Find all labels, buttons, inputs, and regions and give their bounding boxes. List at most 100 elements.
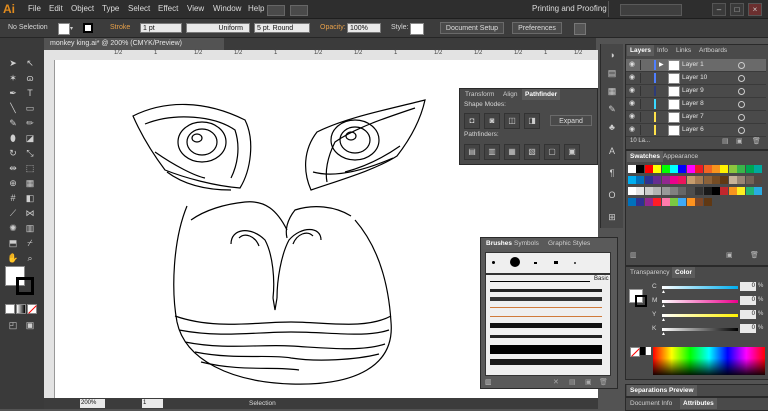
- swatch-chip[interactable]: [678, 165, 687, 173]
- eyedropper-tool-icon[interactable]: ⟋: [5, 206, 21, 220]
- minus-back-icon[interactable]: ▣: [564, 144, 580, 160]
- swatch-chip[interactable]: [644, 176, 653, 184]
- tab-color[interactable]: Color: [672, 267, 695, 278]
- white-swatch[interactable]: [646, 347, 651, 355]
- brush-dot-flat[interactable]: [534, 262, 537, 264]
- swatch-chip[interactable]: [745, 187, 754, 195]
- swatch-chip[interactable]: [737, 187, 746, 195]
- menu-help[interactable]: Help: [248, 0, 264, 18]
- brush-options-icon[interactable]: ▤: [569, 378, 576, 386]
- swatch-chip[interactable]: [712, 187, 720, 195]
- chevron-right-icon[interactable]: ▶: [659, 59, 664, 71]
- tab-layers[interactable]: Layers: [627, 45, 654, 56]
- stroke-swatch[interactable]: [83, 23, 93, 33]
- pen-tool-icon[interactable]: ✒: [5, 86, 21, 100]
- menu-object[interactable]: Object: [71, 0, 94, 18]
- bridge-button[interactable]: [267, 5, 285, 16]
- tab-links[interactable]: Links: [673, 45, 694, 56]
- search-field[interactable]: [620, 4, 682, 16]
- chevron-down-icon[interactable]: ▾: [70, 25, 74, 32]
- swatch-chip[interactable]: [695, 187, 704, 195]
- menu-type[interactable]: Type: [102, 0, 119, 18]
- symbol-sprayer-tool-icon[interactable]: ✺: [5, 221, 21, 235]
- perspective-grid-tool-icon[interactable]: ▦: [22, 176, 38, 190]
- variable-width-profile[interactable]: Uniform: [186, 23, 250, 33]
- tab-separations-preview[interactable]: Separations Preview: [627, 385, 697, 396]
- menu-file[interactable]: File: [28, 0, 41, 18]
- trim-icon[interactable]: ▥: [484, 144, 500, 160]
- gradient-mode-button[interactable]: [16, 304, 26, 314]
- black-swatch[interactable]: [640, 347, 645, 355]
- stroke-label[interactable]: Stroke: [110, 19, 130, 37]
- channel-value-field[interactable]: 0: [740, 296, 756, 305]
- swatch-chip[interactable]: [728, 187, 737, 195]
- slider-thumb-icon[interactable]: ▲: [661, 331, 666, 337]
- swatch-chip[interactable]: [636, 165, 645, 173]
- layer-row[interactable]: ◉ Layer 6: [626, 124, 766, 137]
- swatch-chip[interactable]: [636, 198, 645, 206]
- artboard-tool-icon[interactable]: ⬒: [5, 236, 21, 250]
- layer-name[interactable]: Layer 7: [682, 111, 704, 123]
- swatch-chip[interactable]: [661, 198, 670, 206]
- swatch-chip[interactable]: [670, 198, 678, 206]
- menu-select[interactable]: Select: [128, 0, 150, 18]
- swatch-chip[interactable]: [745, 176, 754, 184]
- tab-symbols[interactable]: Symbols: [511, 238, 542, 249]
- swatch-chip[interactable]: [644, 187, 653, 195]
- rectangle-tool-icon[interactable]: ▭: [22, 101, 38, 115]
- layer-row[interactable]: ◉ Layer 9: [626, 85, 766, 98]
- menu-window[interactable]: Window: [213, 0, 241, 18]
- swatch-chip[interactable]: [636, 187, 645, 195]
- transform-panel-icon[interactable]: ⊞: [604, 210, 620, 224]
- new-sublayer-icon[interactable]: ▤: [722, 137, 729, 145]
- new-swatch-icon[interactable]: ▣: [726, 251, 733, 259]
- swatch-chip[interactable]: [695, 165, 704, 173]
- swatch-chip[interactable]: [720, 176, 729, 184]
- artboard-number-field[interactable]: 1: [142, 399, 163, 408]
- swatch-chip[interactable]: [686, 187, 695, 195]
- new-layer-icon[interactable]: ▣: [736, 137, 743, 145]
- swatch-chip[interactable]: [670, 187, 678, 195]
- basic-brush-stroke[interactable]: [490, 281, 590, 282]
- swatch-chip[interactable]: [628, 176, 636, 184]
- swatch-chip[interactable]: [703, 165, 712, 173]
- layer-name[interactable]: Layer 9: [682, 85, 704, 97]
- channel-value-field[interactable]: 0: [740, 282, 756, 291]
- outline-icon[interactable]: ▢: [544, 144, 560, 160]
- none-swatch[interactable]: [630, 347, 640, 357]
- mesh-tool-icon[interactable]: #: [5, 191, 21, 205]
- graphic-style-swatch[interactable]: [410, 23, 424, 35]
- document-setup-button[interactable]: Document Setup: [440, 22, 504, 34]
- swatch-chip[interactable]: [644, 165, 653, 173]
- fire-ash-brush-stroke[interactable]: [490, 335, 602, 338]
- shape-builder-tool-icon[interactable]: ⊕: [5, 176, 21, 190]
- delete-swatch-icon[interactable]: 🗑: [750, 251, 759, 259]
- swatch-chip[interactable]: [653, 187, 662, 195]
- brush-airbrush[interactable]: [574, 262, 576, 264]
- zoom-field[interactable]: 200%: [80, 399, 105, 408]
- swatch-chip[interactable]: [653, 176, 662, 184]
- brush-dot-large[interactable]: [510, 257, 520, 267]
- rotate-tool-icon[interactable]: ↻: [5, 146, 21, 160]
- target-icon[interactable]: [738, 75, 745, 82]
- width-tool-icon[interactable]: ⇹: [5, 161, 21, 175]
- swatch-chip[interactable]: [653, 165, 662, 173]
- eye-icon[interactable]: ◉: [629, 72, 635, 84]
- merge-icon[interactable]: ▦: [504, 144, 520, 160]
- brush-libraries-icon[interactable]: ▥: [485, 378, 492, 386]
- swatch-chip[interactable]: [670, 176, 678, 184]
- swatch-chip[interactable]: [720, 165, 729, 173]
- blob-brush-tool-icon[interactable]: ⬮: [5, 131, 21, 145]
- swatch-chip[interactable]: [695, 176, 704, 184]
- hand-tool-icon[interactable]: ✋: [5, 251, 21, 265]
- eye-icon[interactable]: ◉: [629, 59, 635, 71]
- tab-graphic-styles[interactable]: Graphic Styles: [545, 238, 593, 249]
- swatch-chip[interactable]: [653, 198, 662, 206]
- swatch-chip[interactable]: [686, 198, 695, 206]
- brush-stroke-list[interactable]: Basic: [485, 274, 611, 376]
- layer-name[interactable]: Layer 6: [682, 124, 704, 136]
- swatch-chip[interactable]: [754, 176, 762, 184]
- swatch-chip[interactable]: [644, 198, 653, 206]
- tab-transparency[interactable]: Transparency: [627, 267, 673, 278]
- layer-name[interactable]: Layer 1: [682, 59, 704, 71]
